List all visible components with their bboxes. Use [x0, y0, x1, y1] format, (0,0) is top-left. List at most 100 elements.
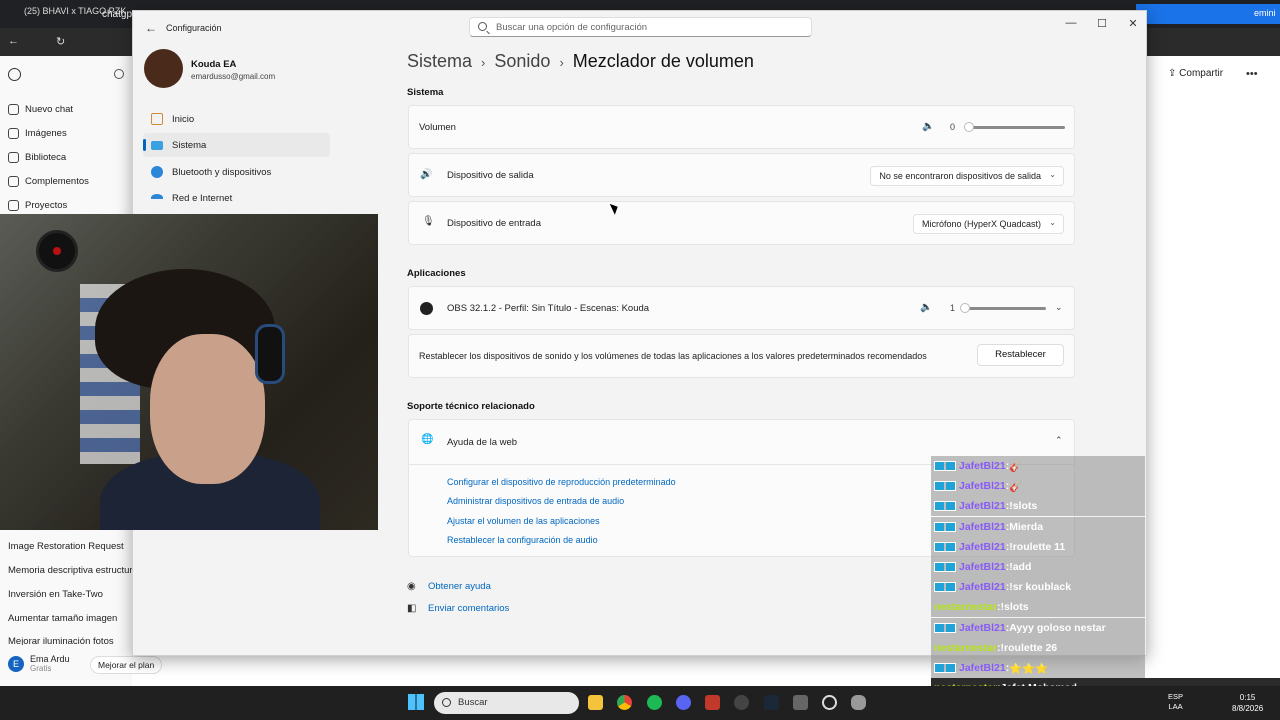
nav-item-bluetooth[interactable]: Bluetooth y dispositivos: [143, 160, 330, 184]
chat-text: !roulette 26: [1000, 641, 1058, 654]
reload-icon[interactable]: ↻: [56, 35, 65, 48]
close-icon[interactable]: ✕: [1125, 17, 1141, 33]
discord-icon[interactable]: [676, 695, 691, 710]
help-link[interactable]: Configurar el dispositivo de reproducció…: [447, 477, 676, 487]
chat-badge-icon: [934, 501, 956, 512]
chatgpt-logo-icon[interactable]: [8, 68, 21, 81]
clock[interactable]: 0:15 8/8/2026: [1232, 692, 1263, 714]
profile-avatar[interactable]: [144, 49, 183, 88]
app-name: OBS 32.1.2 - Perfil: Sin Título - Escena…: [447, 303, 650, 314]
search-icon: [478, 22, 487, 31]
get-help-link[interactable]: ◉ Obtener ayuda: [407, 581, 491, 592]
search-icon[interactable]: [114, 69, 124, 79]
settings-gear-icon[interactable]: [793, 695, 808, 710]
chat-username: JafetBl21: [959, 500, 1006, 513]
chevron-down-icon: ⌄: [1049, 170, 1056, 179]
page-title: Mezclador de volumen: [572, 51, 754, 71]
output-device-dropdown[interactable]: No se encontraron dispositivos de salida…: [870, 166, 1064, 186]
sidebar-item-label: Nuevo chat: [25, 104, 74, 115]
obs-icon: [420, 302, 433, 315]
browser-tab-gemini[interactable]: emini: [1136, 4, 1280, 24]
breadcrumb-sistema[interactable]: Sistema: [407, 51, 472, 71]
volume-slider-thumb[interactable]: [964, 122, 974, 132]
volume-label: Volumen: [419, 122, 456, 133]
steam-icon[interactable]: [764, 695, 779, 710]
sidebar-item-label: Imágenes: [25, 128, 67, 139]
home-icon: [151, 113, 163, 125]
chat-badge-icon: [934, 622, 956, 633]
minimize-icon[interactable]: —: [1063, 17, 1079, 33]
share-button[interactable]: ⇪ Compartir: [1168, 68, 1223, 79]
more-options-icon[interactable]: •••: [1246, 68, 1258, 80]
section-title: Soporte técnico relacionado: [407, 401, 535, 412]
sidebar-item-images[interactable]: Imágenes: [8, 128, 67, 139]
nav-label: Inicio: [172, 113, 195, 125]
browser-back-icon[interactable]: ←: [8, 35, 19, 47]
sidebar-item-new-chat[interactable]: Nuevo chat: [8, 104, 73, 115]
dropdown-value: No se encontraron dispositivos de salida: [879, 171, 1041, 181]
history-item[interactable]: Memoria descriptiva estructur: [8, 565, 132, 576]
history-item[interactable]: Mejorar iluminación fotos: [8, 636, 132, 645]
app-icon[interactable]: [705, 695, 720, 710]
file-explorer-icon[interactable]: [588, 695, 603, 710]
maximize-icon[interactable]: ☐: [1094, 17, 1110, 33]
language-indicator[interactable]: ESP LAA: [1168, 692, 1183, 712]
chevron-down-icon[interactable]: ⌄: [1055, 302, 1063, 313]
webcam-overlay: [0, 214, 378, 530]
chat-username: JafetBl21: [959, 540, 1006, 553]
spotify-icon[interactable]: [647, 695, 662, 710]
input-device-label: Dispositivo de entrada: [447, 218, 541, 229]
sidebar-item-plugins[interactable]: Complementos: [8, 176, 89, 187]
chat-username: JafetBl21: [959, 581, 1006, 594]
help-link[interactable]: Ajustar el volumen de las aplicaciones: [447, 516, 600, 526]
chrome-icon[interactable]: [617, 695, 632, 710]
app-volume-slider[interactable]: [964, 307, 1046, 310]
help-link[interactable]: Administrar dispositivos de entrada de a…: [447, 496, 624, 506]
chevron-up-icon[interactable]: ⌃: [1055, 435, 1063, 446]
app-icon[interactable]: [851, 695, 866, 710]
chat-username: JafetBl21: [959, 621, 1006, 634]
app-icon[interactable]: [734, 695, 749, 710]
nav-item-sistema[interactable]: Sistema: [143, 133, 330, 157]
address-bar[interactable]: chatgp: [102, 9, 132, 20]
chat-badge-icon: [934, 481, 956, 492]
chevron-right-icon: ›: [481, 55, 486, 70]
feedback-link[interactable]: ◧ Enviar comentarios: [407, 603, 509, 614]
taskbar-search-label: Buscar: [458, 697, 488, 708]
chat-username: nestarnestar: [934, 641, 998, 654]
share-label: Compartir: [1179, 68, 1224, 79]
reset-button[interactable]: Restablecer: [977, 344, 1064, 366]
back-arrow-icon[interactable]: ←: [145, 21, 157, 35]
chat-message: JafetBl21 : !add: [931, 557, 1145, 577]
app-volume-slider-thumb[interactable]: [959, 303, 970, 313]
volume-slider[interactable]: [969, 126, 1065, 129]
nav-item-inicio[interactable]: Inicio: [143, 107, 330, 131]
speaker-icon[interactable]: 🔈: [920, 302, 932, 313]
settings-search-input[interactable]: Buscar una opción de configuración: [469, 17, 812, 37]
obs-icon[interactable]: [822, 695, 837, 710]
user-plan: Gratis: [30, 664, 52, 673]
history-item[interactable]: Inversión en Take-Two: [8, 589, 132, 600]
chat-badge-icon: [934, 663, 956, 673]
windows-start-icon[interactable]: [408, 694, 424, 710]
history-item[interactable]: Image Restoration Request: [8, 541, 132, 552]
user-menu[interactable]: E Ema Ardu Gratis: [8, 654, 70, 673]
get-help-label: Obtener ayuda: [428, 581, 491, 592]
speaker-muted-icon[interactable]: 🔈: [922, 121, 934, 132]
sidebar-item-label: Proyectos: [25, 200, 68, 211]
sidebar-item-projects[interactable]: Proyectos: [8, 200, 67, 211]
history-item[interactable]: Aumentar tamaño imagen: [8, 613, 132, 624]
taskbar: [0, 686, 1280, 720]
taskbar-search[interactable]: Buscar: [434, 692, 579, 714]
share-icon: ⇪: [1168, 68, 1180, 79]
breadcrumb-sonido[interactable]: Sonido: [494, 51, 550, 71]
section-title: Sistema: [407, 87, 444, 98]
image-icon: [8, 128, 19, 139]
sidebar-item-library[interactable]: Biblioteca: [8, 152, 66, 163]
chat-message: JafetBl21 : !roulette 11: [931, 536, 1145, 557]
upgrade-plan-button[interactable]: Mejorar el plan: [90, 656, 163, 674]
input-device-dropdown[interactable]: Micrófono (HyperX Quadcast) ⌄: [912, 214, 1064, 234]
help-link[interactable]: Restablecer la configuración de audio: [447, 535, 598, 545]
nav-item-network[interactable]: Red e Internet: [143, 186, 330, 210]
web-help-label[interactable]: Ayuda de la web: [447, 437, 517, 448]
